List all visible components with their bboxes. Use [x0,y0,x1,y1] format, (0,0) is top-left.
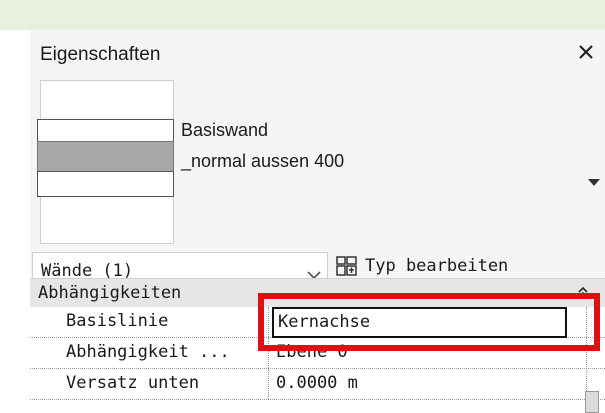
close-icon[interactable] [575,41,597,63]
wall-layer-core [37,141,174,173]
type-name: _normal aussen 400 [181,151,345,171]
type-family-name: Basiswand [181,120,269,140]
wall-layer-inner [37,171,174,197]
panel-title-bar: Eigenschaften [30,30,605,70]
top-band [0,0,605,30]
highlight-annotation [258,293,600,351]
edit-type-label: Typ bearbeiten [365,256,509,276]
triangle-down-icon[interactable] [587,172,601,186]
type-selector[interactable]: Basiswand _normal aussen 400 [30,70,605,245]
property-label: Basislinie [66,311,169,331]
left-strip [0,30,31,407]
wall-type-preview [37,80,174,244]
property-label: Versatz unten [66,373,200,393]
property-value: 0.0000 m [276,373,358,393]
wall-layer-outer [37,119,174,143]
edit-type-icon [335,254,359,278]
group-label: Abhängigkeiten [38,283,182,303]
property-row-versatz-unten[interactable]: Versatz unten 0.0000 m [30,369,605,400]
column-divider [268,369,269,399]
panel-title: Eigenschaften [40,44,161,65]
scrollbar-thumb[interactable] [585,391,599,413]
property-label: Abhängigkeit ... [66,342,230,362]
